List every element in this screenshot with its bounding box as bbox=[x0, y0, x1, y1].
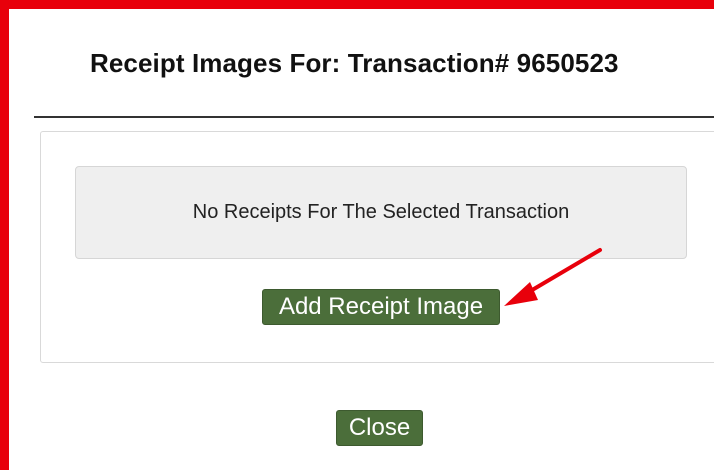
modal-title: Receipt Images For: Transaction# 9650523 bbox=[90, 48, 619, 78]
empty-receipts-message: No Receipts For The Selected Transaction bbox=[192, 201, 570, 223]
close-button[interactable]: Close bbox=[336, 410, 423, 446]
add-receipt-image-button[interactable]: Add Receipt Image bbox=[262, 289, 500, 325]
title-divider bbox=[34, 116, 714, 118]
red-arrow-icon bbox=[504, 248, 602, 306]
